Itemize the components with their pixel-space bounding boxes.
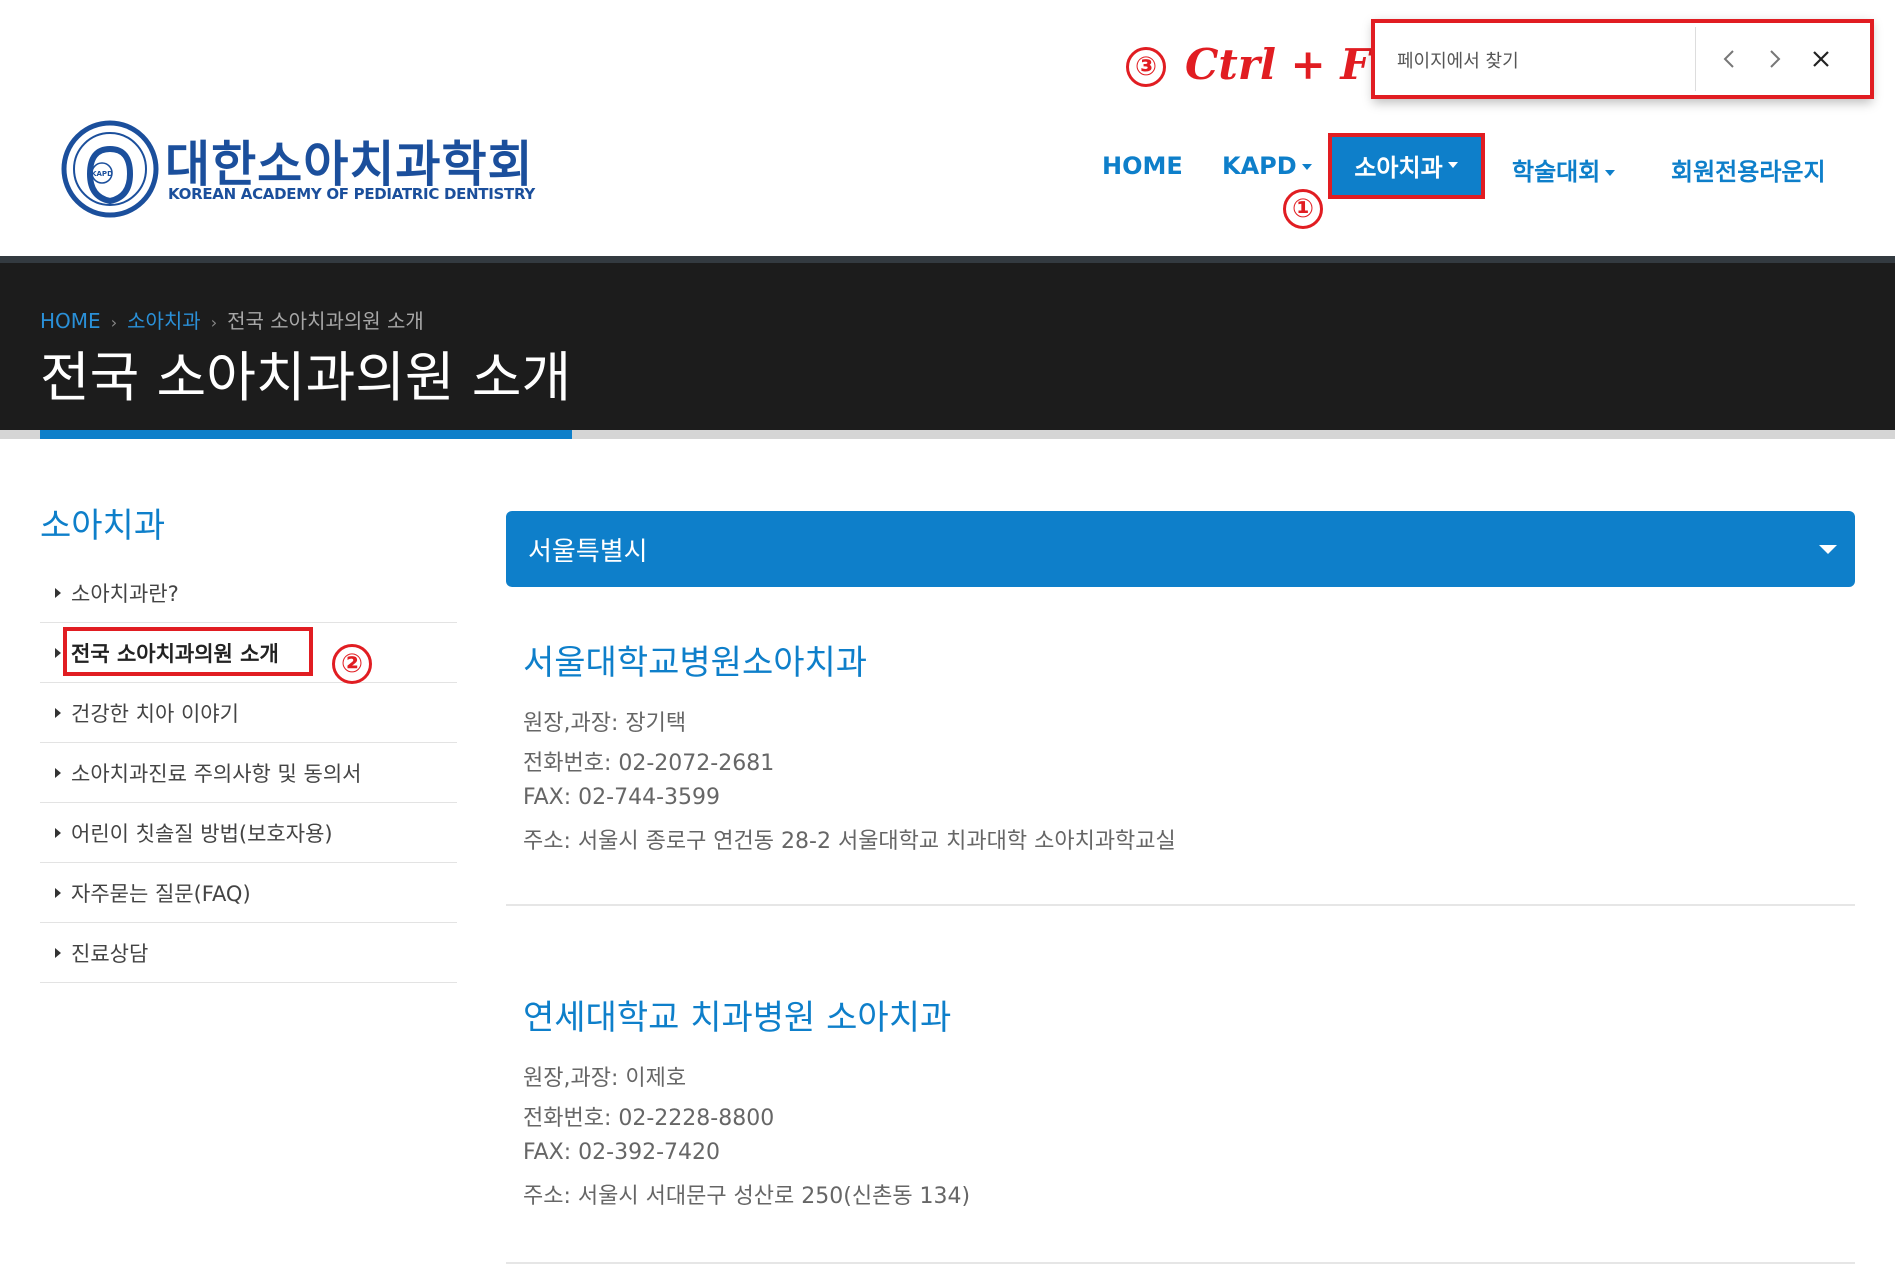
caret-right-icon bbox=[55, 707, 61, 718]
clinic-address: 주소: 서울시 종로구 연건동 28-2 서울대학교 치과대학 소아치과학교실 bbox=[523, 829, 1176, 854]
clinic-phone: 전화번호: 02-2072-2681 bbox=[523, 751, 775, 776]
clinic-director: 원장,과장: 이제호 bbox=[523, 1066, 687, 1091]
chevron-right-icon: › bbox=[110, 313, 118, 332]
caret-right-icon bbox=[55, 827, 61, 838]
hero-accent-bar bbox=[40, 430, 572, 439]
sidebar-item-precautions[interactable]: 소아치과진료 주의사항 및 동의서 bbox=[40, 743, 457, 803]
sidebar-item-label: 소아치과진료 주의사항 및 동의서 bbox=[71, 761, 362, 786]
nav-kapd-label: KAPD bbox=[1222, 152, 1297, 180]
clinic-name[interactable]: 연세대학교 치과병원 소아치과 bbox=[523, 990, 951, 1039]
sidebar-item-faq[interactable]: 자주묻는 질문(FAQ) bbox=[40, 863, 457, 923]
annotation-box-2 bbox=[63, 627, 313, 676]
logo-badge-text: KAPD bbox=[91, 170, 113, 178]
nav-members-label: 회원전용라운지 bbox=[1671, 158, 1826, 186]
annotation-step-1: ① bbox=[1283, 189, 1323, 229]
breadcrumb-section[interactable]: 소아치과 bbox=[127, 309, 201, 333]
caret-down-icon bbox=[1301, 164, 1312, 170]
breadcrumb: HOME › 소아치과 › 전국 소아치과의원 소개 bbox=[40, 305, 424, 334]
clinic-fax: FAX: 02-744-3599 bbox=[523, 785, 721, 810]
caret-right-icon bbox=[55, 887, 61, 898]
sidebar-item-label: 건강한 치아 이야기 bbox=[71, 701, 239, 726]
breadcrumb-current: 전국 소아치과의원 소개 bbox=[227, 309, 424, 333]
nav-home[interactable]: HOME bbox=[1102, 152, 1183, 180]
divider bbox=[506, 904, 1855, 906]
caret-right-icon bbox=[55, 767, 61, 778]
sidebar-item-label: 소아치과란? bbox=[71, 581, 179, 606]
clinic-fax: FAX: 02-392-7420 bbox=[523, 1140, 721, 1165]
caret-down-icon bbox=[1605, 170, 1616, 176]
annotation-step-2: ② bbox=[332, 644, 372, 684]
region-accordion-header[interactable]: 서울특별시 bbox=[506, 511, 1855, 587]
sidebar-item-what-is[interactable]: 소아치과란? bbox=[40, 563, 457, 623]
sidebar-item-label: 자주묻는 질문(FAQ) bbox=[71, 881, 251, 906]
sidebar-item-label: 진료상담 bbox=[71, 941, 149, 966]
sidebar-item-healthy-teeth[interactable]: 건강한 치아 이야기 bbox=[40, 683, 457, 743]
region-label: 서울특별시 bbox=[528, 536, 648, 567]
annotation-box-3 bbox=[1371, 19, 1874, 99]
clinic-name[interactable]: 서울대학교병원소아치과 bbox=[523, 635, 867, 684]
clinic-phone: 전화번호: 02-2228-8800 bbox=[523, 1106, 775, 1131]
breadcrumb-home[interactable]: HOME bbox=[40, 309, 101, 333]
annotation-step-3: ③ bbox=[1126, 47, 1166, 87]
brand-name-en: KOREAN ACADEMY OF PEDIATRIC DENTISTRY bbox=[168, 185, 535, 203]
nav-kapd[interactable]: KAPD bbox=[1222, 152, 1312, 180]
caret-right-icon bbox=[55, 947, 61, 958]
sidebar-item-consultation[interactable]: 진료상담 bbox=[40, 923, 457, 983]
divider bbox=[506, 1262, 1855, 1264]
nav-members-lounge[interactable]: 회원전용라운지 bbox=[1671, 152, 1826, 187]
nav-conference[interactable]: 학술대회 bbox=[1512, 152, 1616, 187]
annotation-shortcut: Ctrl + F bbox=[1185, 40, 1371, 89]
nav-conference-label: 학술대회 bbox=[1512, 158, 1601, 186]
clinic-address: 주소: 서울시 서대문구 성산로 250(신촌동 134) bbox=[523, 1184, 971, 1209]
clinic-director: 원장,과장: 장기택 bbox=[523, 711, 687, 736]
hero-top-border bbox=[0, 256, 1895, 263]
caret-right-icon bbox=[55, 587, 61, 598]
caret-down-icon bbox=[1819, 545, 1837, 554]
sidebar-item-label: 어린이 칫솔질 방법(보호자용) bbox=[71, 821, 333, 846]
caret-right-icon bbox=[55, 647, 61, 658]
nav-home-label: HOME bbox=[1102, 152, 1183, 180]
annotation-box-1 bbox=[1328, 133, 1485, 199]
kapd-logo[interactable]: KAPD bbox=[60, 119, 160, 219]
sidebar-item-brushing[interactable]: 어린이 칫솔질 방법(보호자용) bbox=[40, 803, 457, 863]
chevron-right-icon: › bbox=[210, 313, 218, 332]
sidebar-title: 소아치과 bbox=[40, 506, 166, 546]
page-title: 전국 소아치과의원 소개 bbox=[40, 346, 572, 409]
